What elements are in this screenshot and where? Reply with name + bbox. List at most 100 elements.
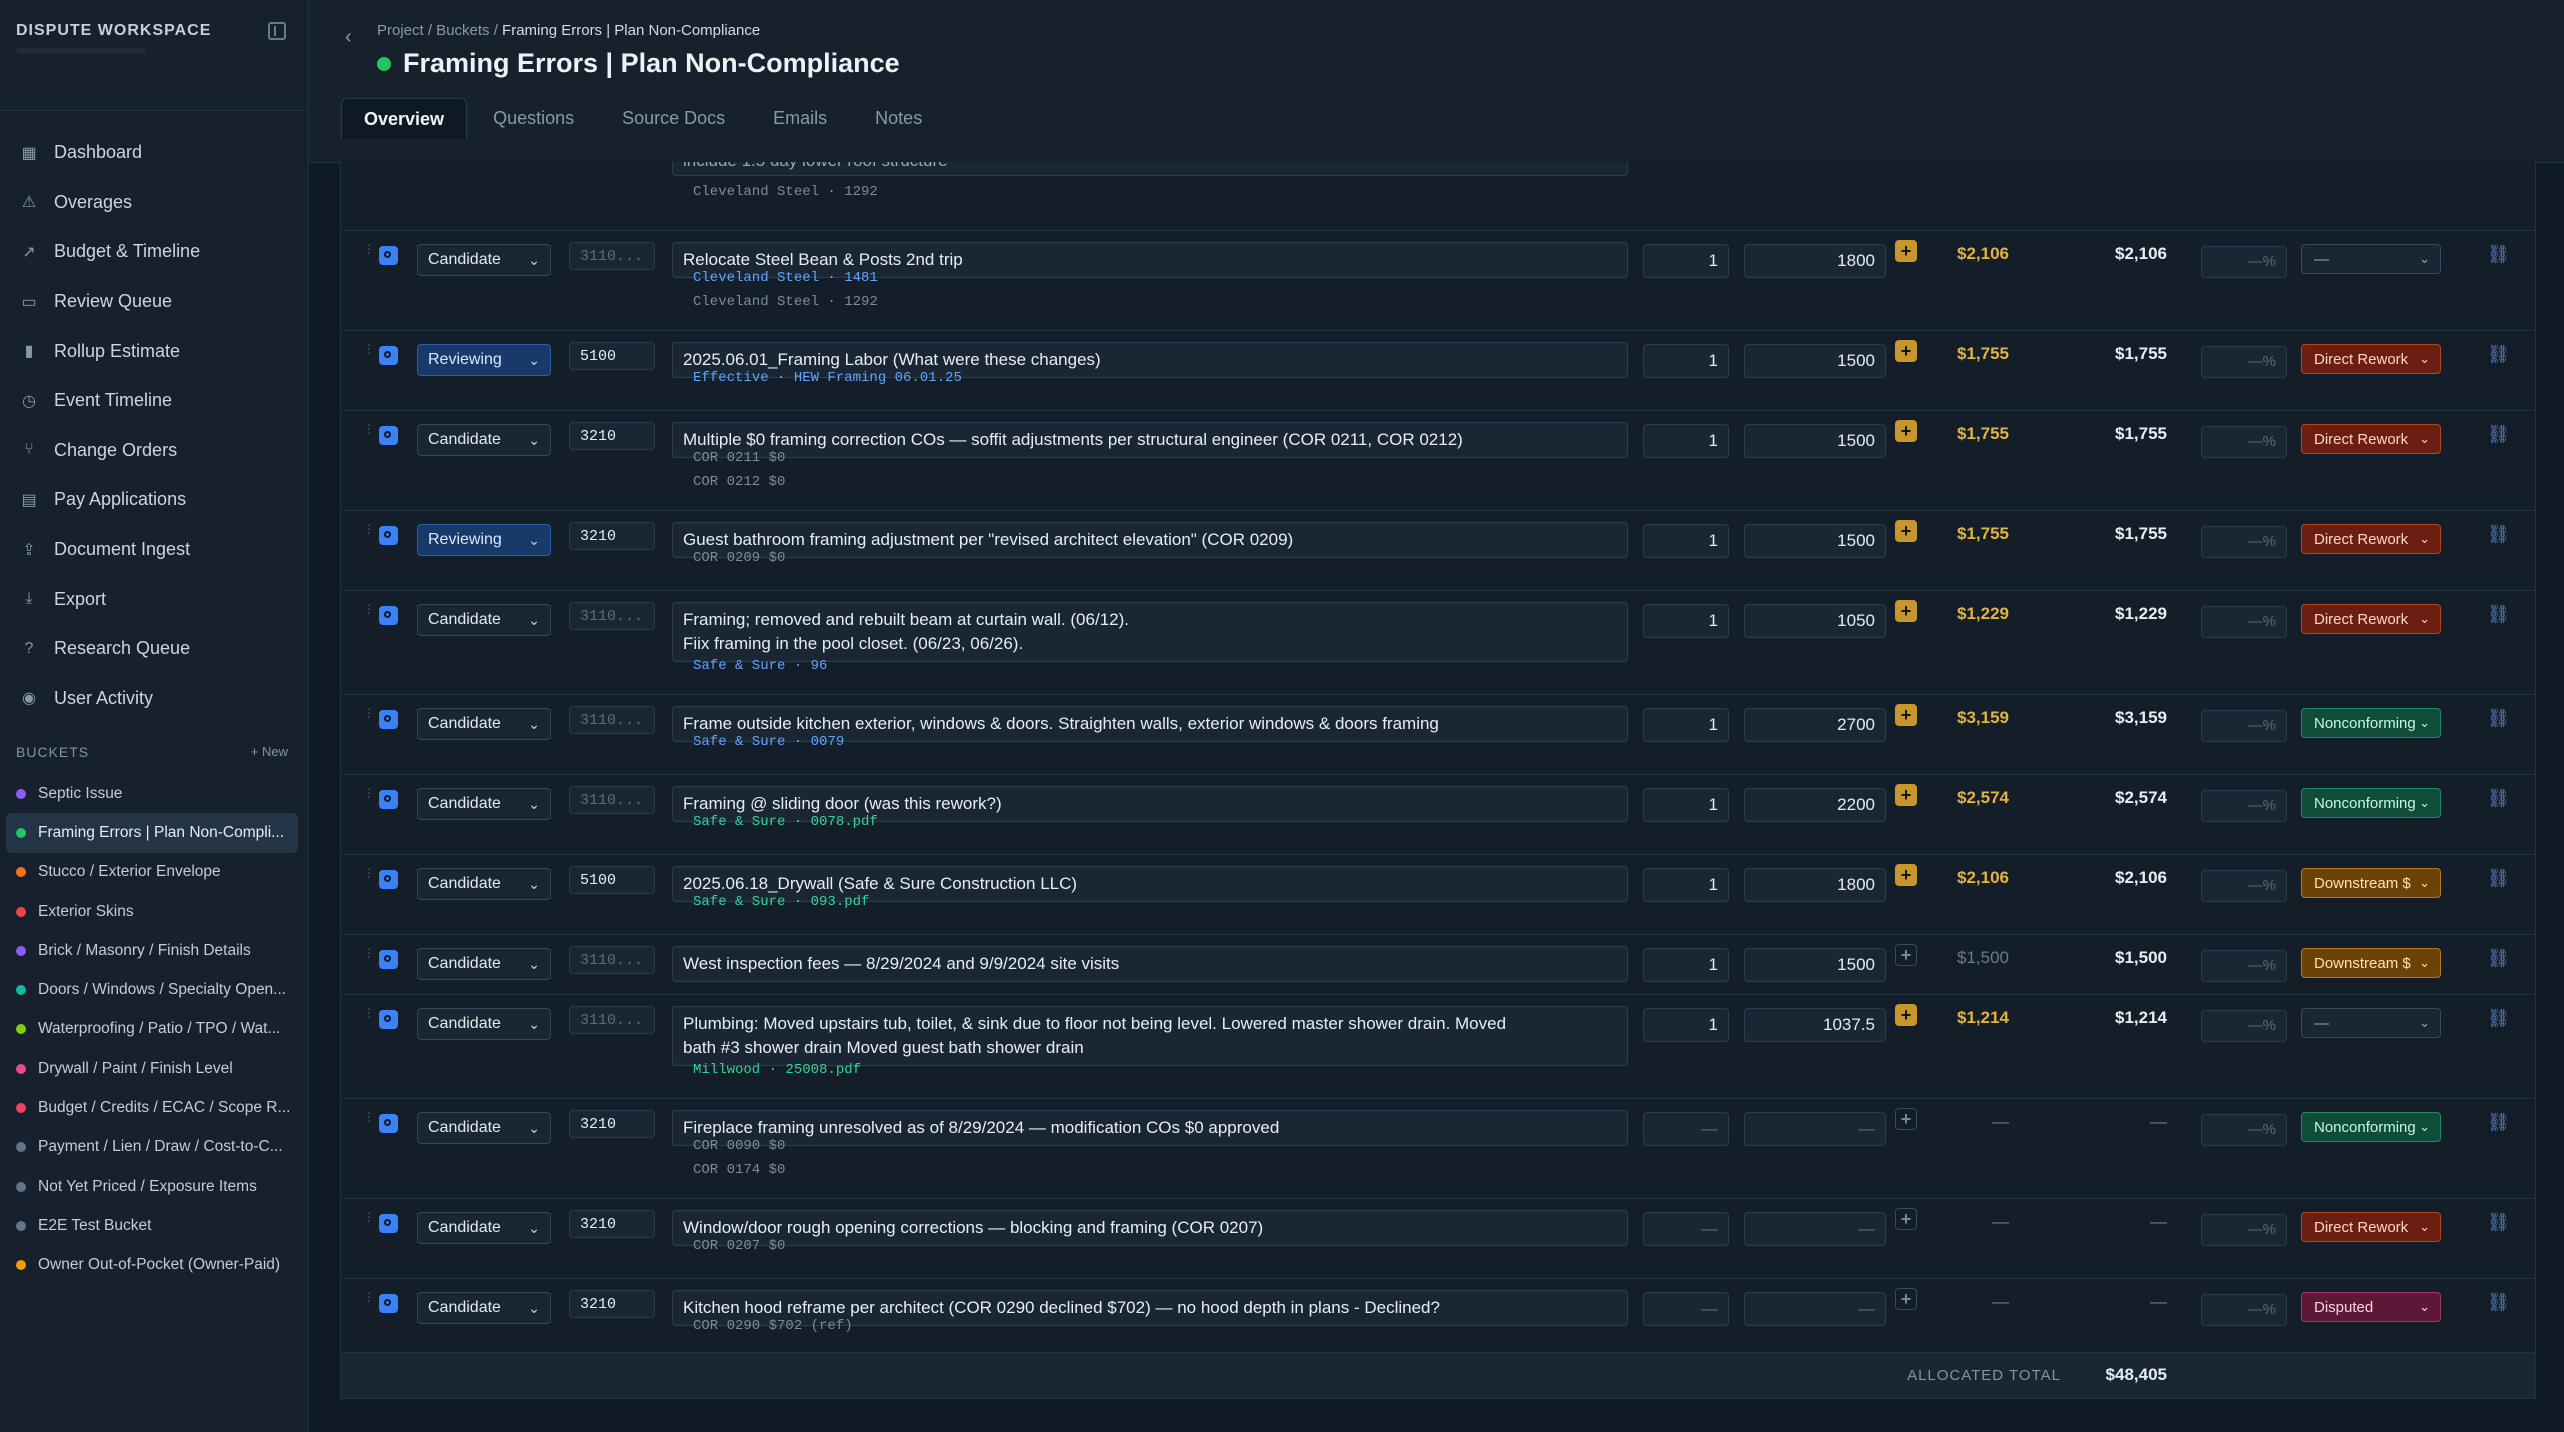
bucket-item[interactable]: Framing Errors | Plan Non-Compli... xyxy=(6,813,298,853)
nav-item-review-queue[interactable]: ▭ Review Queue xyxy=(0,277,308,327)
percent-field[interactable]: —% xyxy=(2201,1114,2287,1146)
rate-field[interactable]: 2200 xyxy=(1744,788,1886,822)
status-select[interactable]: Candidate ⌄ xyxy=(417,948,551,980)
add-markup-icon[interactable]: + xyxy=(1895,944,1917,966)
rate-field[interactable]: 1500 xyxy=(1744,524,1886,558)
percent-field[interactable]: —% xyxy=(2201,426,2287,458)
quantity-field[interactable]: 1 xyxy=(1643,524,1729,558)
row-select-checkbox[interactable] xyxy=(379,526,398,545)
link-icon[interactable]: ⛓ xyxy=(2487,344,2510,365)
link-icon[interactable]: ⛓ xyxy=(2487,524,2510,545)
row-select-checkbox[interactable] xyxy=(379,346,398,365)
nav-item-rollup-estimate[interactable]: ▮ Rollup Estimate xyxy=(0,326,308,376)
rate-field[interactable]: — xyxy=(1744,1112,1886,1146)
category-select[interactable]: Direct Rework ⌄ xyxy=(2301,604,2441,634)
quantity-field[interactable]: 1 xyxy=(1643,1008,1729,1042)
nav-item-budget-timeline[interactable]: ↗ Budget & Timeline xyxy=(0,227,308,277)
percent-field[interactable]: —% xyxy=(2201,526,2287,558)
percent-field[interactable]: —% xyxy=(2201,1294,2287,1326)
row-select-checkbox[interactable] xyxy=(379,950,398,969)
quantity-field[interactable]: 1 xyxy=(1643,424,1729,458)
category-select[interactable]: Direct Rework ⌄ xyxy=(2301,524,2441,554)
cost-code-field[interactable]: 5100 xyxy=(569,342,655,370)
drag-handle-icon[interactable]: ⋮ xyxy=(363,423,375,438)
row-select-checkbox[interactable] xyxy=(379,606,398,625)
category-select[interactable]: — ⌄ xyxy=(2301,244,2441,274)
quantity-field[interactable]: — xyxy=(1643,1212,1729,1246)
tab-overview[interactable]: Overview xyxy=(341,98,468,139)
back-chevron-icon[interactable]: ‹ xyxy=(345,26,352,49)
drag-handle-icon[interactable]: ⋮ xyxy=(363,343,375,358)
row-select-checkbox[interactable] xyxy=(379,1294,398,1313)
description-field[interactable]: Multiple $0 framing correction COs — sof… xyxy=(672,422,1628,458)
status-select[interactable]: Candidate ⌄ xyxy=(417,424,551,456)
cost-code-field[interactable]: 3210 xyxy=(569,422,655,450)
quantity-field[interactable]: — xyxy=(1643,1292,1729,1326)
link-icon[interactable]: ⛓ xyxy=(2487,948,2510,969)
nav-item-change-orders[interactable]: ⑂ Change Orders xyxy=(0,426,308,476)
quantity-field[interactable]: 1 xyxy=(1643,604,1729,638)
link-icon[interactable]: ⛓ xyxy=(2487,424,2510,445)
rate-field[interactable]: 2700 xyxy=(1744,708,1886,742)
cost-code-field[interactable]: 5100 xyxy=(569,866,655,894)
quantity-field[interactable]: 1 xyxy=(1643,868,1729,902)
cost-code-field[interactable]: 3110... xyxy=(569,946,655,974)
row-select-checkbox[interactable] xyxy=(379,1010,398,1029)
rate-field[interactable]: 1500 xyxy=(1744,424,1886,458)
drag-handle-icon[interactable]: ⋮ xyxy=(363,707,375,722)
nav-item-document-ingest[interactable]: ⇪ Document Ingest xyxy=(0,525,308,575)
percent-field[interactable]: —% xyxy=(2201,710,2287,742)
quantity-field[interactable]: 1 xyxy=(1643,344,1729,378)
row-select-checkbox[interactable] xyxy=(379,246,398,265)
percent-field[interactable]: —% xyxy=(2201,346,2287,378)
add-markup-icon[interactable]: + xyxy=(1895,600,1917,622)
nav-item-research-queue[interactable]: ? Research Queue xyxy=(0,624,308,674)
status-select[interactable]: Reviewing ⌄ xyxy=(417,344,551,376)
status-select[interactable]: Candidate ⌄ xyxy=(417,788,551,820)
description-field[interactable]: Fireplace framing unresolved as of 8/29/… xyxy=(672,1110,1628,1146)
add-markup-icon[interactable]: + xyxy=(1895,1208,1917,1230)
add-markup-icon[interactable]: + xyxy=(1895,420,1917,442)
tab-notes[interactable]: Notes xyxy=(853,98,944,138)
drag-handle-icon[interactable]: ⋮ xyxy=(363,1111,375,1126)
rate-field[interactable]: 1037.5 xyxy=(1744,1008,1886,1042)
status-select[interactable]: Candidate ⌄ xyxy=(417,708,551,740)
percent-field[interactable]: —% xyxy=(2201,790,2287,822)
drag-handle-icon[interactable]: ⋮ xyxy=(363,1211,375,1226)
description-field[interactable]: Window/door rough opening corrections — … xyxy=(672,1210,1628,1246)
cost-code-field[interactable]: 3110... xyxy=(569,786,655,814)
row-select-checkbox[interactable] xyxy=(379,870,398,889)
link-icon[interactable]: ⛓ xyxy=(2487,788,2510,809)
description-field[interactable]: Guest bathroom framing adjustment per "r… xyxy=(672,522,1628,558)
bucket-item[interactable]: Exterior Skins xyxy=(6,892,298,931)
description-field[interactable]: Framing; removed and rebuilt beam at cur… xyxy=(672,602,1628,662)
quantity-field[interactable]: 1 xyxy=(1643,708,1729,742)
percent-field[interactable]: —% xyxy=(2201,606,2287,638)
bucket-item[interactable]: Septic Issue xyxy=(6,774,298,813)
link-icon[interactable]: ⛓ xyxy=(2487,1292,2510,1313)
bucket-item[interactable]: Budget / Credits / ECAC / Scope R... xyxy=(6,1088,298,1127)
category-select[interactable]: Direct Rework ⌄ xyxy=(2301,1212,2441,1242)
source-ref[interactable]: Effective · HEW Framing 06.01.25 xyxy=(693,370,962,386)
breadcrumb-path[interactable]: Project / Buckets / xyxy=(377,22,502,39)
source-ref[interactable]: Safe & Sure · 96 xyxy=(693,658,827,674)
cost-code-field[interactable]: 3110... xyxy=(569,602,655,630)
status-select[interactable]: Candidate ⌄ xyxy=(417,1008,551,1040)
category-select[interactable]: Direct Rework ⌄ xyxy=(2301,424,2441,454)
cost-code-field[interactable]: 3210 xyxy=(569,522,655,550)
link-icon[interactable]: ⛓ xyxy=(2487,1008,2510,1029)
tab-emails[interactable]: Emails xyxy=(751,98,849,138)
percent-field[interactable]: —% xyxy=(2201,1214,2287,1246)
nav-item-user-activity[interactable]: ◉ User Activity xyxy=(0,674,308,724)
percent-field[interactable]: —% xyxy=(2201,950,2287,982)
status-select[interactable]: Candidate ⌄ xyxy=(417,244,551,276)
rate-field[interactable]: 1500 xyxy=(1744,344,1886,378)
link-icon[interactable]: ⛓ xyxy=(2487,868,2510,889)
quantity-field[interactable]: 1 xyxy=(1643,244,1729,278)
status-select[interactable]: Candidate ⌄ xyxy=(417,1292,551,1324)
nav-item-dashboard[interactable]: ▦ Dashboard xyxy=(0,128,308,178)
description-field[interactable]: Plumbing: Moved upstairs tub, toilet, & … xyxy=(672,1006,1628,1066)
sidebar-collapse-icon[interactable] xyxy=(268,22,286,40)
quantity-field[interactable]: 1 xyxy=(1643,948,1729,982)
category-select[interactable]: Disputed ⌄ xyxy=(2301,1292,2441,1322)
